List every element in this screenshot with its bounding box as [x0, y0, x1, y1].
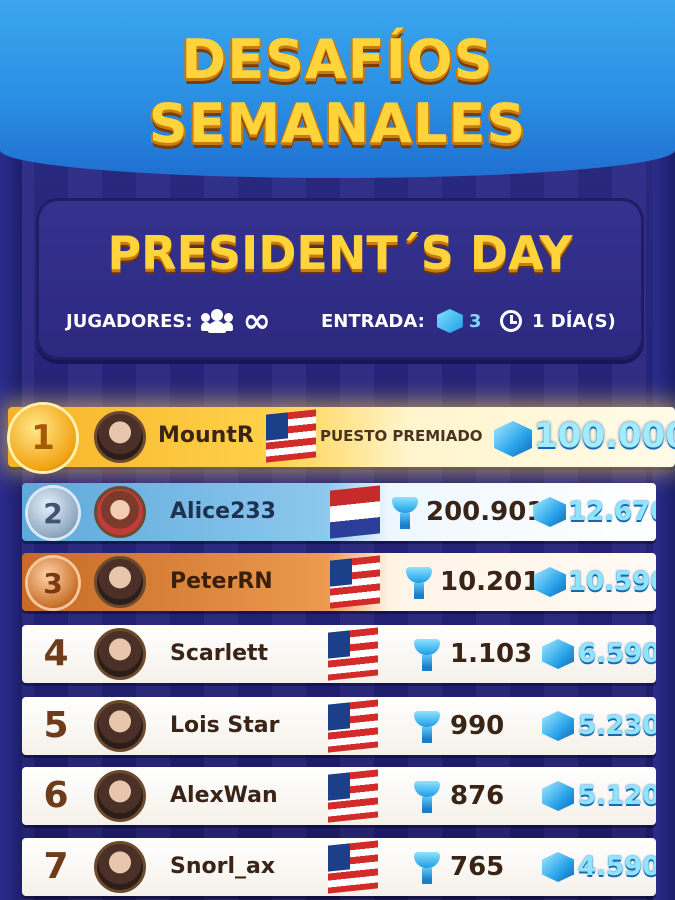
avatar — [94, 770, 146, 822]
us-flag-icon — [266, 409, 316, 463]
entry-cost: 3 — [468, 310, 482, 332]
entry-info: ENTRADA: 3 — [321, 308, 481, 334]
score-value: 1.103 — [450, 639, 533, 669]
us-flag-icon — [330, 555, 380, 609]
trophy-icon — [412, 639, 442, 671]
reward-value: 5.230 — [578, 711, 656, 741]
rank-number: 6 — [43, 775, 69, 816]
duration-value: 1 DÍA(S) — [532, 310, 616, 332]
trophy-icon — [390, 497, 420, 529]
reward-value: 12.670 — [568, 497, 656, 527]
header-title-line1: DESAFÍOS — [181, 28, 494, 91]
clock-icon — [500, 310, 522, 332]
bronze-medal-icon: 3 — [28, 558, 78, 608]
score-value: 10.201 — [440, 567, 541, 597]
us-flag-icon — [328, 769, 378, 823]
event-card[interactable]: PRESIDENT´S DAY JUGADORES: ∞ ENTRADA: 3 … — [36, 198, 644, 360]
gem-icon — [494, 421, 532, 457]
us-flag-icon — [328, 627, 378, 681]
leaderboard-row-1[interactable]: 1 MountR PUESTO PREMIADO 100.000 — [8, 405, 675, 471]
reward-value: 5.120 — [578, 781, 656, 811]
gem-icon — [436, 309, 463, 333]
left-pillar — [0, 150, 22, 900]
rank-number: 5 — [43, 705, 69, 746]
avatar — [94, 486, 146, 538]
players-info: JUGADORES: ∞ — [66, 301, 271, 341]
header-title-line2: SEMANALES — [148, 92, 527, 155]
rank-number: 7 — [43, 846, 69, 887]
player-name: PeterRN — [170, 569, 273, 594]
us-flag-icon — [328, 840, 378, 894]
player-name: Scarlett — [170, 641, 269, 666]
reward-value: 4.590 — [578, 852, 656, 882]
avatar — [94, 700, 146, 752]
player-name: Snorl_ax — [170, 854, 276, 879]
player-name: Alice233 — [170, 499, 276, 524]
people-icon — [200, 309, 235, 333]
leaderboard-row-2[interactable]: 2 Alice233 200.901 12.670 — [22, 483, 656, 541]
infinity-icon: ∞ — [242, 301, 271, 341]
gem-icon — [542, 852, 574, 882]
trophy-icon — [404, 567, 434, 599]
prize-label: PUESTO PREMIADO — [320, 427, 483, 445]
entry-label: ENTRADA: — [321, 310, 425, 332]
right-pillar — [653, 150, 675, 900]
reward-value: 10.590 — [568, 567, 656, 597]
trophy-icon — [412, 852, 442, 884]
leaderboard-row-3[interactable]: 3 PeterRN 10.201 10.590 — [22, 553, 656, 611]
silver-medal-icon: 2 — [28, 488, 78, 538]
score-value: 990 — [450, 711, 505, 741]
header-banner: DESAFÍOS SEMANALES — [0, 0, 675, 178]
leaderboard-row-5[interactable]: 5 Lois Star 990 5.230 — [22, 697, 656, 755]
gem-icon — [542, 781, 574, 811]
score-value: 200.901 — [426, 497, 545, 527]
reward-value: 6.590 — [578, 639, 656, 669]
rank-number: 4 — [43, 633, 69, 674]
player-name: AlexWan — [170, 783, 278, 808]
score-value: 876 — [450, 781, 505, 811]
trophy-icon — [412, 711, 442, 743]
avatar — [94, 556, 146, 608]
avatar — [94, 628, 146, 680]
avatar — [94, 841, 146, 893]
us-flag-icon — [328, 699, 378, 753]
duration-info: 1 DÍA(S) — [500, 308, 616, 334]
trophy-icon — [412, 781, 442, 813]
reward-value: 100.000 — [534, 416, 675, 456]
player-name: MountR — [158, 423, 254, 448]
netherlands-flag-icon — [330, 485, 380, 539]
score-value: 765 — [450, 852, 505, 882]
player-name: Lois Star — [170, 713, 280, 738]
gem-icon — [542, 711, 574, 741]
leaderboard-row-6[interactable]: 6 AlexWan 876 5.120 — [22, 767, 656, 825]
gold-medal-icon: 1 — [10, 405, 76, 471]
event-title: PRESIDENT´S DAY — [107, 226, 573, 280]
gem-icon — [542, 639, 574, 669]
avatar — [94, 411, 146, 463]
leaderboard-row-7[interactable]: 7 Snorl_ax 765 4.590 — [22, 838, 656, 896]
leaderboard-row-4[interactable]: 4 Scarlett 1.103 6.590 — [22, 625, 656, 683]
players-label: JUGADORES: — [66, 310, 193, 332]
